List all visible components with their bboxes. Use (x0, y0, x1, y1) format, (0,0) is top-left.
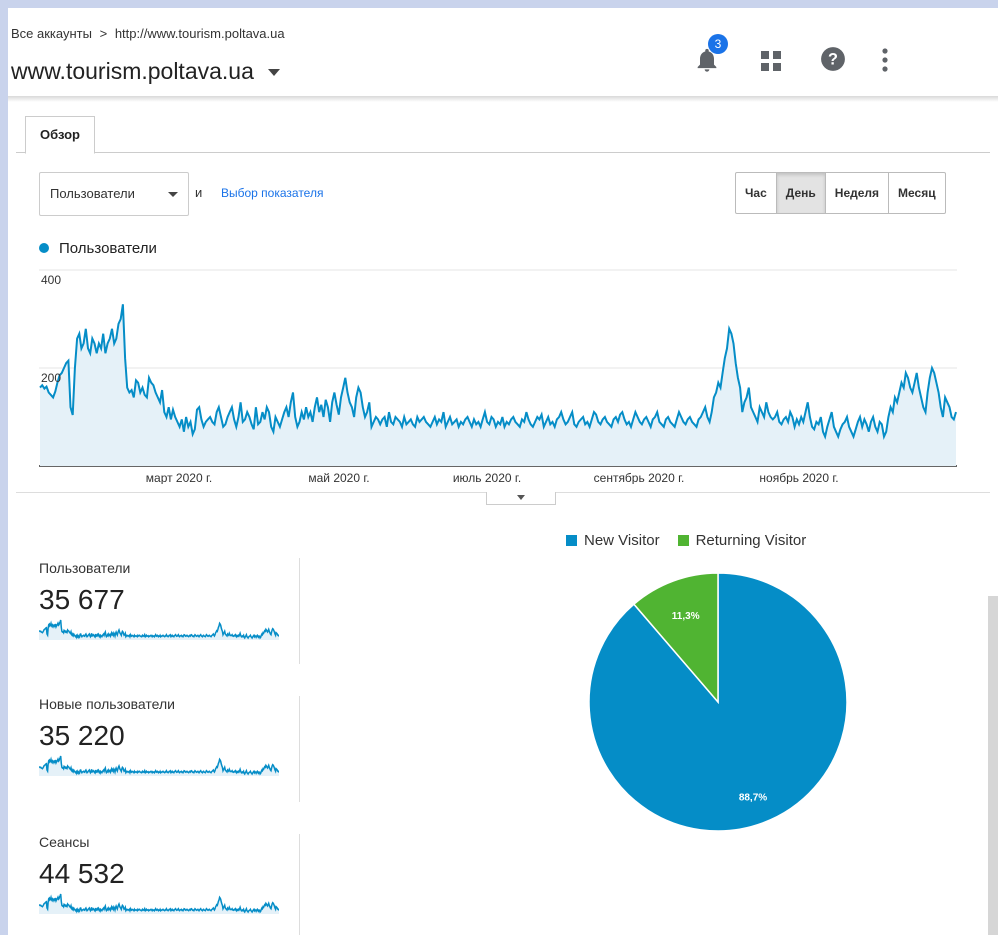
dropdown-arrow-icon (168, 192, 178, 197)
pie-legend-returning: Returning Visitor (677, 532, 807, 549)
select-metric-link[interactable]: Выбор показателя (221, 186, 323, 200)
x-tick-label: май 2020 г. (308, 471, 369, 484)
chart-legend: Пользователи (39, 240, 157, 257)
pie-data-label: 88,7% (739, 792, 767, 803)
granularity-toggle: Час День Неделя Месяц (735, 172, 946, 214)
breadcrumb-root[interactable]: Все аккаунты (11, 26, 92, 41)
pie-legend-returning-label: Returning Visitor (695, 532, 807, 549)
breadcrumb: Все аккаунты > http://www.tourism.poltav… (11, 26, 285, 41)
legend-dot-icon (39, 243, 49, 253)
chevron-down-icon (517, 495, 525, 500)
pie-legend-new-label: New Visitor (584, 532, 660, 549)
legend-label: Пользователи (59, 240, 157, 257)
analytics-app: Все аккаунты > http://www.tourism.poltav… (8, 8, 998, 935)
report-content: Обзор Пользователи и Выбор показателя Ча… (16, 102, 998, 935)
stat-label: Новые пользователи (39, 696, 175, 712)
more-vert-icon[interactable] (880, 47, 890, 73)
pie-data-label: 11,3% (672, 611, 700, 622)
top-bar: Все аккаунты > http://www.tourism.poltav… (8, 8, 998, 98)
visitor-type-pie-chart: 88,7% 11,3% (588, 572, 848, 832)
sparkline-series (38, 893, 280, 914)
stat-value: 35 220 (39, 720, 125, 751)
breadcrumb-account[interactable]: http://www.tourism.poltava.ua (115, 26, 285, 41)
sessions-sparkline (38, 893, 280, 914)
y-tick-label: 400 (41, 273, 61, 287)
property-selector[interactable]: www.tourism.poltava.ua (11, 58, 281, 85)
apps-icon[interactable] (760, 50, 782, 72)
stat-divider (299, 558, 300, 664)
returning-visitor-swatch-icon (677, 535, 689, 546)
x-tick-label: ноябрь 2020 г. (759, 471, 838, 484)
breadcrumb-separator: > (99, 26, 108, 41)
x-tick-label: сентябрь 2020 г. (594, 471, 685, 484)
pie-legend: New Visitor Returning Visitor (566, 532, 806, 549)
stat-value: 44 532 (39, 858, 125, 889)
new-users-sparkline (38, 755, 280, 776)
granularity-day-button[interactable]: День (776, 173, 826, 213)
granularity-week-button[interactable]: Неделя (826, 173, 890, 213)
scrollbar[interactable] (988, 596, 998, 935)
pie-legend-new: New Visitor (566, 532, 660, 549)
sparkline-series (38, 755, 280, 776)
metric-select-value: Пользователи (50, 186, 135, 201)
users-area-fill (40, 304, 956, 466)
property-name: www.tourism.poltava.ua (11, 58, 254, 84)
y-tick-label: 200 (41, 371, 61, 385)
metric-select[interactable]: Пользователи (39, 172, 189, 216)
stat-divider (299, 696, 300, 802)
and-label: и (195, 185, 203, 200)
caret-down-icon (268, 69, 281, 77)
stat-sessions: Сеансы 44 532 (38, 834, 299, 919)
stat-label: Сеансы (39, 834, 90, 850)
notification-badge: 3 (708, 34, 728, 54)
users-line-series (39, 304, 957, 440)
x-tick-label: март 2020 г. (146, 471, 212, 484)
svg-text:?: ? (828, 50, 838, 68)
chart-expand-toggle[interactable] (486, 492, 556, 505)
tab-divider (16, 152, 990, 153)
stat-label: Пользователи (39, 560, 131, 576)
help-icon[interactable]: ? (820, 46, 846, 72)
stat-users: Пользователи 35 677 (38, 560, 299, 645)
sparkline-series (38, 619, 280, 640)
tab-overview[interactable]: Обзор (25, 116, 95, 154)
new-visitor-swatch-icon (566, 535, 577, 546)
stat-new-users: Новые пользователи 35 220 (38, 696, 299, 781)
stat-divider (299, 834, 300, 935)
granularity-hour-button[interactable]: Час (736, 173, 777, 213)
users-sparkline (38, 619, 280, 640)
granularity-month-button[interactable]: Месяц (889, 173, 945, 213)
x-tick-label: июль 2020 г. (453, 471, 521, 484)
stat-value: 35 677 (39, 584, 125, 615)
users-line-chart: 400 200 март 2020 г. май 2020 г. июль 2020 г… (39, 269, 957, 484)
